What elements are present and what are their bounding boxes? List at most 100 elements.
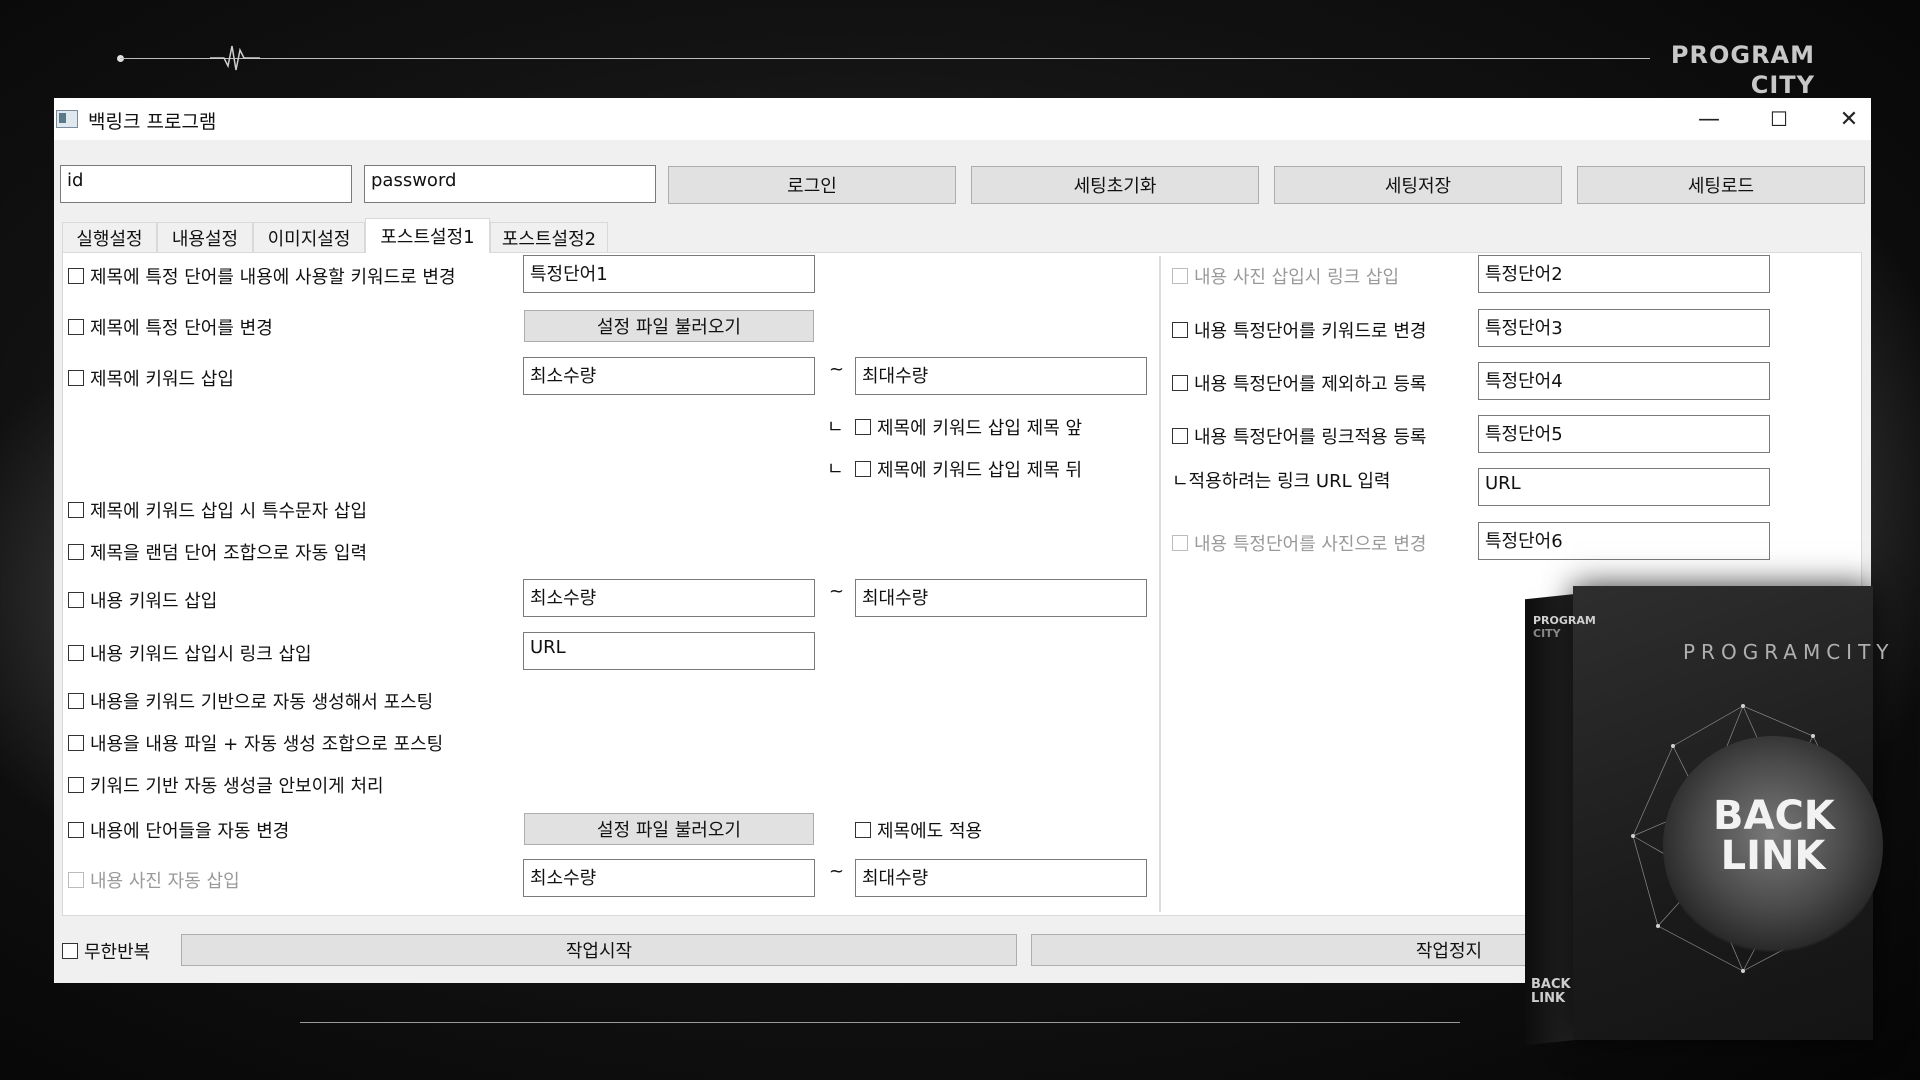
checkbox-label: 제목에 키워드 삽입 제목 뒤 (877, 460, 1083, 481)
settings-reset-button[interactable]: 세팅초기화 (971, 166, 1259, 204)
content-keyword-url-input[interactable]: URL (523, 632, 815, 670)
maximize-button[interactable]: ☐ (1744, 98, 1814, 140)
title-random-checkbox[interactable]: 제목을 랜덤 단어 조합으로 자동 입력 (68, 539, 367, 565)
checkbox-box[interactable] (1172, 268, 1188, 284)
checkbox-box[interactable] (855, 419, 871, 435)
checkbox-box[interactable] (68, 735, 84, 751)
tab-run-settings[interactable]: 실행설정 (62, 222, 157, 252)
checkbox-label: 내용 특정단어를 키워드로 변경 (1194, 321, 1427, 342)
content-file-combo-checkbox[interactable]: 내용을 내용 파일 + 자동 생성 조합으로 포스팅 (68, 730, 443, 756)
title-keyword-insert-checkbox[interactable]: 제목에 키워드 삽입 (68, 365, 234, 391)
checkbox-box[interactable] (68, 872, 84, 888)
checkbox-label: 내용 키워드 삽입 (90, 591, 218, 612)
exclude-word-checkbox[interactable]: 내용 특정단어를 제외하고 등록 (1172, 370, 1426, 396)
checkbox-label: 키워드 기반 자동 생성글 안보이게 처리 (90, 776, 384, 797)
content-auto-generate-checkbox[interactable]: 내용을 키워드 기반으로 자동 생성해서 포스팅 (68, 688, 433, 714)
title-keyword-max-input[interactable]: 최대수량 (855, 357, 1147, 395)
title-keyword-word-input[interactable]: 특정단어1 (523, 255, 815, 293)
checkbox-box[interactable] (68, 592, 84, 608)
start-button[interactable]: 작업시작 (181, 934, 1017, 966)
photo-link-checkbox[interactable]: 내용 사진 삽입시 링크 삽입 (1172, 263, 1399, 289)
tab-image-settings[interactable]: 이미지설정 (253, 222, 365, 252)
product-box-logo: BACK LINK (1713, 796, 1835, 879)
title-word-file-load-button[interactable]: 설정 파일 불러오기 (524, 310, 814, 342)
checkbox-box[interactable] (68, 319, 84, 335)
title-insert-front-checkbox[interactable]: 제목에 키워드 삽입 제목 앞 (855, 414, 1082, 440)
photo-min-input[interactable]: 최소수량 (523, 859, 815, 897)
range-tilde: ~ (829, 359, 845, 380)
checkbox-box[interactable] (68, 645, 84, 661)
close-button[interactable]: ✕ (1814, 98, 1884, 140)
product-box-side-logo: BACK LINK (1531, 978, 1571, 1006)
checkbox-box[interactable] (1172, 535, 1188, 551)
app-icon (56, 110, 78, 128)
exclude-word-input[interactable]: 특정단어4 (1478, 362, 1770, 400)
title-insert-back-checkbox[interactable]: 제목에 키워드 삽입 제목 뒤 (855, 456, 1082, 482)
to-photo-checkbox[interactable]: 내용 특정단어를 사진으로 변경 (1172, 530, 1426, 556)
hide-generated-checkbox[interactable]: 키워드 기반 자동 생성글 안보이게 처리 (68, 772, 384, 798)
checkbox-box[interactable] (855, 461, 871, 477)
checkbox-box[interactable] (68, 693, 84, 709)
tab-content-settings[interactable]: 내용설정 (157, 222, 253, 252)
brand-line-2: CITY (1750, 71, 1815, 99)
checkbox-box[interactable] (68, 502, 84, 518)
column-divider (1159, 256, 1161, 912)
checkbox-box[interactable] (1172, 428, 1188, 444)
password-input[interactable]: password (364, 165, 656, 203)
footer-line (300, 1022, 1460, 1023)
product-logo-line-2: LINK (1720, 833, 1826, 879)
apply-to-title-checkbox[interactable]: 제목에도 적용 (855, 817, 982, 843)
minimize-button[interactable]: — (1674, 98, 1744, 140)
header-line (120, 58, 1650, 59)
login-button[interactable]: 로그인 (668, 166, 956, 204)
title-keyword-change-checkbox[interactable]: 제목에 특정 단어를 내용에 사용할 키워드로 변경 (68, 263, 456, 289)
checkbox-box[interactable] (68, 822, 84, 838)
link-url-input[interactable]: URL (1478, 468, 1770, 506)
link-apply-word-input[interactable]: 특정단어5 (1478, 415, 1770, 453)
checkbox-box[interactable] (1172, 322, 1188, 338)
checkbox-label: 제목을 랜덤 단어 조합으로 자동 입력 (90, 543, 368, 564)
photo-link-word-input[interactable]: 특정단어2 (1478, 255, 1770, 293)
tab-post-settings-1[interactable]: 포스트설정1 (365, 218, 490, 253)
content-word-file-load-button[interactable]: 설정 파일 불러오기 (524, 813, 814, 845)
content-keyword-max-input[interactable]: 최대수량 (855, 579, 1147, 617)
brand-logo: PROGRAM CITY (1671, 40, 1815, 100)
side-logo-line-2: LINK (1531, 991, 1566, 1006)
tab-post-settings-2[interactable]: 포스트설정2 (490, 222, 608, 252)
title-keyword-min-input[interactable]: 최소수량 (523, 357, 815, 395)
checkbox-label: 내용 특정단어를 사진으로 변경 (1194, 534, 1427, 555)
id-input[interactable]: id (60, 165, 352, 203)
checkbox-box[interactable] (62, 943, 78, 959)
checkbox-box[interactable] (855, 822, 871, 838)
checkbox-label: 내용 키워드 삽입시 링크 삽입 (90, 644, 312, 665)
to-keyword-word-input[interactable]: 특정단어3 (1478, 309, 1770, 347)
title-special-char-checkbox[interactable]: 제목에 키워드 삽입 시 특수문자 삽입 (68, 497, 367, 523)
content-keyword-link-checkbox[interactable]: 내용 키워드 삽입시 링크 삽입 (68, 640, 312, 666)
to-keyword-checkbox[interactable]: 내용 특정단어를 키워드로 변경 (1172, 317, 1426, 343)
checkbox-label: 내용을 키워드 기반으로 자동 생성해서 포스팅 (90, 692, 434, 713)
checkbox-box[interactable] (68, 268, 84, 284)
side-brand-line-2: CITY (1533, 627, 1561, 640)
link-apply-checkbox[interactable]: 내용 특정단어를 링크적용 등록 (1172, 423, 1426, 449)
infinite-repeat-checkbox[interactable]: 무한반복 (62, 938, 150, 964)
checkbox-box[interactable] (1172, 375, 1188, 391)
checkbox-label: 제목에 키워드 삽입 시 특수문자 삽입 (90, 501, 368, 522)
settings-load-button[interactable]: 세팅로드 (1577, 166, 1865, 204)
content-photo-insert-checkbox[interactable]: 내용 사진 자동 삽입 (68, 867, 240, 893)
checkbox-label: 무한반복 (84, 942, 151, 963)
range-tilde: ~ (829, 581, 845, 602)
to-photo-word-input[interactable]: 특정단어6 (1478, 522, 1770, 560)
side-logo-line-1: BACK (1531, 977, 1571, 992)
content-keyword-insert-checkbox[interactable]: 내용 키워드 삽입 (68, 587, 217, 613)
content-word-change-checkbox[interactable]: 내용에 단어들을 자동 변경 (68, 817, 289, 843)
content-keyword-min-input[interactable]: 최소수량 (523, 579, 815, 617)
checkbox-box[interactable] (68, 544, 84, 560)
pulse-icon (210, 45, 260, 71)
product-box-side-brand: PROGRAM CITY (1533, 614, 1596, 640)
settings-save-button[interactable]: 세팅저장 (1274, 166, 1562, 204)
checkbox-box[interactable] (68, 370, 84, 386)
photo-max-input[interactable]: 최대수량 (855, 859, 1147, 897)
window-title: 백링크 프로그램 (88, 111, 217, 133)
checkbox-box[interactable] (68, 777, 84, 793)
title-word-change-checkbox[interactable]: 제목에 특정 단어를 변경 (68, 314, 273, 340)
